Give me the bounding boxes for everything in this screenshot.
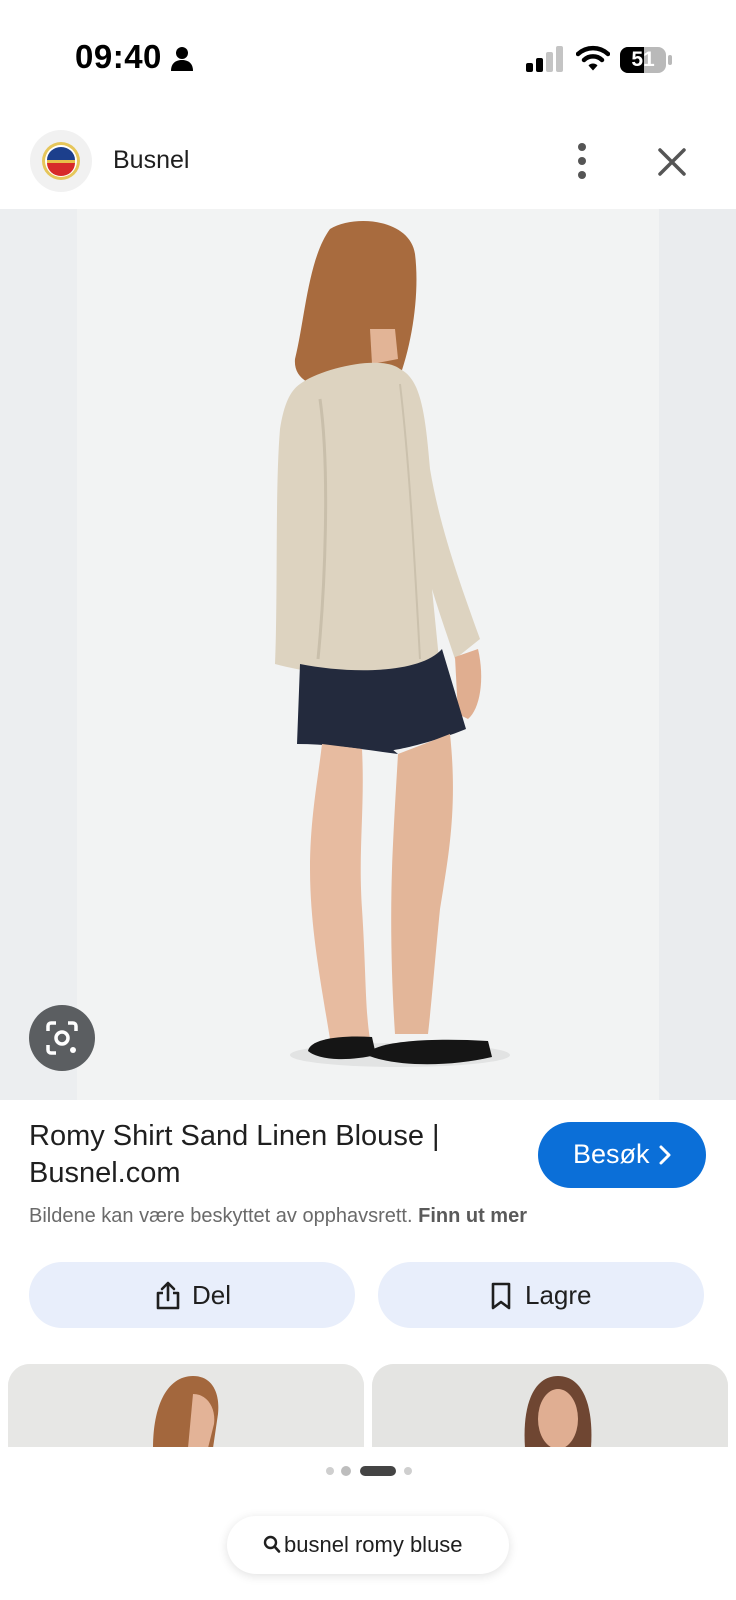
wifi-icon — [576, 45, 610, 71]
status-time: 09:40 — [75, 38, 162, 75]
search-icon — [263, 1535, 281, 1553]
signal-icon — [526, 46, 563, 72]
product-image[interactable] — [0, 209, 736, 1100]
learn-more-link[interactable]: Finn ut mer — [418, 1205, 527, 1227]
search-query-chip[interactable]: busnel romy bluse — [227, 1516, 509, 1574]
bookmark-icon — [491, 1282, 511, 1310]
battery-level: 51 — [631, 48, 655, 71]
share-button[interactable]: Del — [29, 1262, 355, 1328]
pagination-dot[interactable] — [341, 1466, 351, 1476]
close-icon[interactable] — [650, 140, 694, 184]
visit-label: Besøk — [573, 1139, 650, 1169]
share-icon — [156, 1281, 180, 1310]
pagination-dot[interactable] — [404, 1467, 412, 1475]
more-vert-icon[interactable] — [560, 138, 604, 184]
result-header: Busnel — [0, 120, 736, 208]
pagination-dot-active[interactable] — [360, 1466, 396, 1476]
lens-search-button[interactable] — [29, 1005, 95, 1071]
save-label: Lagre — [525, 1280, 592, 1310]
visit-button[interactable]: Besøk — [538, 1122, 706, 1188]
chevron-right-icon — [659, 1145, 671, 1165]
search-query-text: busnel romy bluse — [284, 1532, 463, 1557]
status-bar: 09:40 51 — [0, 0, 736, 110]
copyright-notice: Bildene kan være beskyttet av opphavsret… — [29, 1205, 527, 1228]
related-image-thumbnail[interactable] — [372, 1364, 728, 1448]
share-label: Del — [192, 1280, 232, 1310]
related-image-thumbnail[interactable] — [8, 1364, 364, 1448]
person-icon — [171, 47, 193, 71]
battery-icon: 51 — [620, 47, 672, 73]
result-title[interactable]: Romy Shirt Sand Linen Blouse | Busnel.co… — [29, 1118, 509, 1192]
copyright-text: Bildene kan være beskyttet av opphavsret… — [29, 1205, 413, 1227]
busnel-logo[interactable] — [30, 130, 92, 192]
pagination-dots[interactable] — [322, 1464, 422, 1478]
lens-icon — [46, 1021, 78, 1055]
site-name[interactable]: Busnel — [113, 146, 189, 175]
pagination-dot[interactable] — [326, 1467, 334, 1475]
save-button[interactable]: Lagre — [378, 1262, 704, 1328]
